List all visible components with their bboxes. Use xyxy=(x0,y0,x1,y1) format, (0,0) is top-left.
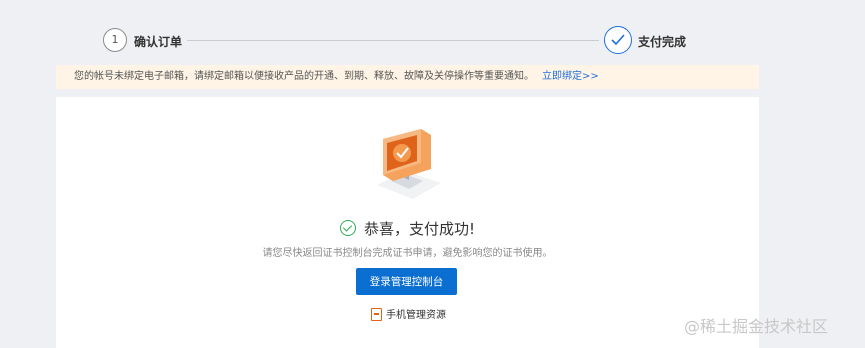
phone-icon xyxy=(371,308,382,321)
mobile-manage-link[interactable]: 手机管理资源 xyxy=(371,306,446,321)
progress-stepper: 1 确认订单 支付完成 xyxy=(0,26,865,56)
step-1-label: 确认订单 xyxy=(134,35,183,49)
email-binding-notice: 您的帐号未绑定电子邮箱，请绑定邮箱以便接收产品的开通、到期、释放、故障及关停操作… xyxy=(56,65,759,89)
mobile-manage-label: 手机管理资源 xyxy=(386,310,446,321)
login-console-button[interactable]: 登录管理控制台 xyxy=(356,268,457,295)
top-bar xyxy=(0,0,865,16)
bind-now-link[interactable]: 立即绑定>> xyxy=(542,71,599,82)
success-check-icon xyxy=(339,220,356,236)
step-1-circle: 1 xyxy=(103,28,127,52)
step-2-label: 支付完成 xyxy=(638,35,687,49)
result-card: 恭喜，支付成功! 请您尽快返回证书控制台完成证书申请，避免影响您的证书使用。 登… xyxy=(56,97,759,348)
step-connector xyxy=(187,40,599,41)
notice-text: 您的帐号未绑定电子邮箱，请绑定邮箱以便接收产品的开通、到期、释放、故障及关停操作… xyxy=(74,71,534,82)
check-icon xyxy=(611,34,625,46)
watermark: @稀土掘金技术社区 xyxy=(684,317,829,336)
step-2-circle xyxy=(604,26,632,54)
monitor-illustration xyxy=(377,129,441,199)
success-hint: 请您尽快返回证书控制台完成证书申请，避免影响您的证书使用。 xyxy=(262,248,553,259)
success-title: 恭喜，支付成功! xyxy=(363,220,475,238)
success-message: 恭喜，支付成功! xyxy=(56,218,759,239)
